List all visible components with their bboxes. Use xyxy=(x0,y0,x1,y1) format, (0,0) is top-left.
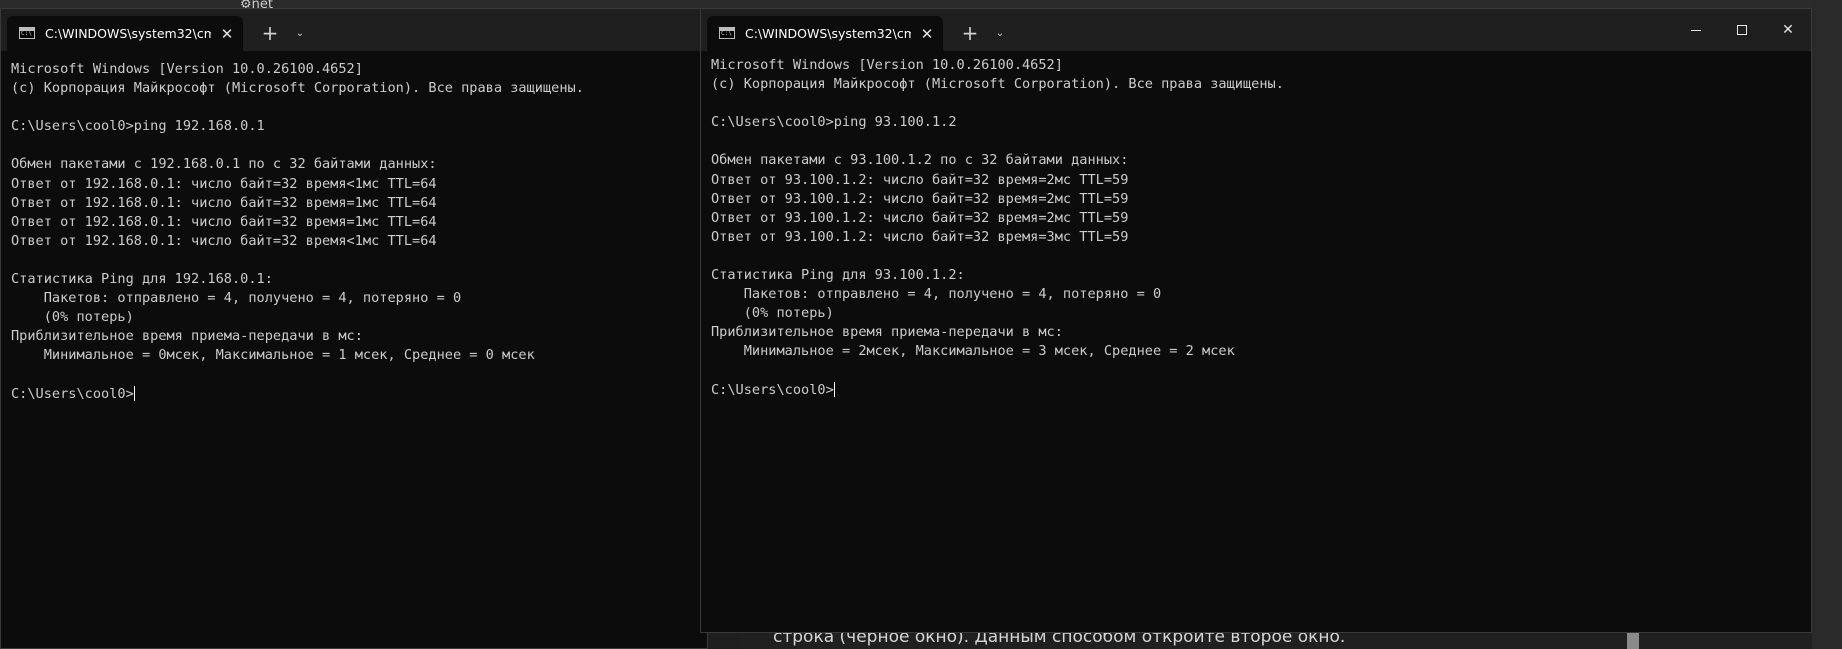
console-output[interactable]: Microsoft Windows [Version 10.0.26100.46… xyxy=(11,60,697,648)
console-text: Microsoft Windows [Version 10.0.26100.46… xyxy=(11,61,584,363)
console-line: Ответ от 93.100.1.2: число байт=32 время… xyxy=(711,209,1129,226)
console-line: Ответ от 192.168.0.1: число байт=32 врем… xyxy=(11,213,437,230)
console-line: (0% потерь) xyxy=(743,305,834,322)
console-line: Ответ от 192.168.0.1: число байт=32 врем… xyxy=(11,194,437,211)
console-line: C:\Users\cool0>ping 93.100.1.2 xyxy=(711,114,957,131)
tab-title: C:\WINDOWS\system32\cmd.exe xyxy=(745,26,911,41)
maximize-button[interactable] xyxy=(1719,15,1765,45)
minimize-button[interactable] xyxy=(1673,15,1719,45)
new-tab-button[interactable]: + xyxy=(259,23,281,45)
console-line: Ответ от 93.100.1.2: число байт=32 время… xyxy=(711,171,1129,188)
console-line: (c) Корпорация Майкрософт (Microsoft Cor… xyxy=(11,80,584,97)
console-line: Ответ от 192.168.0.1: число байт=32 врем… xyxy=(11,175,437,192)
terminal-window-left: C:\WINDOWS\system32\cmd.exe ✕ + ⌄ Micros… xyxy=(0,8,708,649)
text-cursor xyxy=(833,381,835,397)
tab-cmd[interactable]: C:\WINDOWS\system32\cmd.exe ✕ xyxy=(707,16,943,51)
maximize-icon xyxy=(1737,25,1747,35)
console-line: Минимальное = 2мсек, Максимальное = 3 мс… xyxy=(743,343,1235,360)
tab-cmd[interactable]: C:\WINDOWS\system32\cmd.exe ✕ xyxy=(7,16,243,51)
tab-close-icon[interactable]: ✕ xyxy=(217,24,237,44)
console-line: (c) Корпорация Майкрософт (Microsoft Cor… xyxy=(711,76,1284,93)
console-line: (0% потерь) xyxy=(43,309,134,326)
text-cursor xyxy=(133,385,135,401)
window-close-button[interactable]: ✕ xyxy=(1765,15,1811,45)
cmd-icon xyxy=(19,27,35,39)
console-line: Статистика Ping для 93.100.1.2: xyxy=(711,267,965,284)
minimize-icon xyxy=(1691,29,1701,31)
console-line: Ответ от 93.100.1.2: число байт=32 время… xyxy=(711,228,1129,245)
console-line: Приблизительное время приема-передачи в … xyxy=(11,328,363,345)
console-prompt: C:\Users\cool0> xyxy=(711,381,834,398)
console-line: Статистика Ping для 192.168.0.1: xyxy=(11,271,273,288)
tab-close-icon[interactable]: ✕ xyxy=(917,24,937,44)
cmd-icon xyxy=(719,27,735,39)
console-line: Microsoft Windows [Version 10.0.26100.46… xyxy=(711,57,1063,73)
console-line: Пакетов: отправлено = 4, получено = 4, п… xyxy=(43,290,462,307)
console-line: C:\Users\cool0>ping 192.168.0.1 xyxy=(11,118,265,135)
chevron-down-icon[interactable]: ⌄ xyxy=(991,25,1009,43)
console-line: Обмен пакетами с 192.168.0.1 по с 32 бай… xyxy=(11,156,437,173)
chevron-down-icon[interactable]: ⌄ xyxy=(291,25,309,43)
background-scrollbar[interactable] xyxy=(1627,632,1639,649)
title-bar[interactable]: C:\WINDOWS\system32\cmd.exe ✕ + ⌄ ✕ xyxy=(701,9,1811,51)
console-prompt: C:\Users\cool0> xyxy=(11,385,134,402)
close-icon: ✕ xyxy=(1782,22,1794,38)
console-text: Microsoft Windows [Version 10.0.26100.46… xyxy=(711,57,1284,359)
terminal-window-right: C:\WINDOWS\system32\cmd.exe ✕ + ⌄ ✕ Micr… xyxy=(700,8,1812,633)
console-line: Ответ от 93.100.1.2: число байт=32 время… xyxy=(711,190,1129,207)
console-line: Минимальное = 0мсек, Максимальное = 1 мс… xyxy=(43,347,535,364)
tab-title: C:\WINDOWS\system32\cmd.exe xyxy=(45,26,211,41)
console-line: Ответ от 192.168.0.1: число байт=32 врем… xyxy=(11,232,437,249)
console-line: Пакетов: отправлено = 4, получено = 4, п… xyxy=(743,286,1162,303)
console-output[interactable]: Microsoft Windows [Version 10.0.26100.46… xyxy=(711,56,1801,632)
background-right-edge xyxy=(1812,0,1842,649)
console-line: Обмен пакетами с 93.100.1.2 по с 32 байт… xyxy=(711,152,1129,169)
console-line: Microsoft Windows [Version 10.0.26100.46… xyxy=(11,61,363,77)
new-tab-button[interactable]: + xyxy=(959,23,981,45)
console-line: Приблизительное время приема-передачи в … xyxy=(711,324,1063,341)
title-bar[interactable]: C:\WINDOWS\system32\cmd.exe ✕ + ⌄ xyxy=(1,9,707,51)
